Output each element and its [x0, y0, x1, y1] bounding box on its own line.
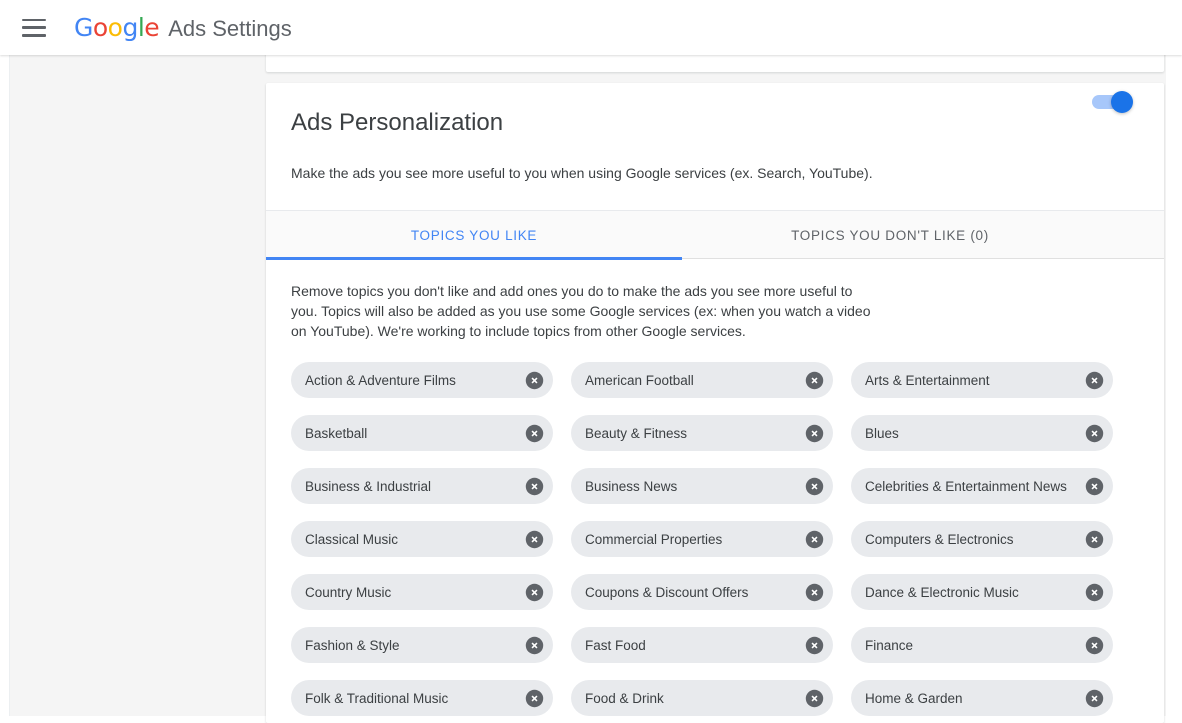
close-circle-icon[interactable] — [805, 477, 824, 496]
topics-intro-text: Remove topics you don't like and add one… — [291, 283, 871, 339]
topic-chip-label: Finance — [865, 637, 914, 653]
menu-bar-2 — [22, 26, 46, 29]
close-circle-icon[interactable] — [1085, 689, 1104, 708]
topic-chip[interactable]: Arts & Entertainment — [851, 362, 1113, 398]
menu-bar-3 — [22, 33, 46, 37]
topic-chip[interactable]: Business & Industrial — [291, 468, 553, 504]
topic-chip[interactable]: Classical Music — [291, 521, 553, 557]
tab-bar: TOPICS YOU LIKE TOPICS YOU DON'T LIKE (0… — [266, 210, 1164, 260]
topic-chip-label: Food & Drink — [585, 690, 664, 706]
topic-chip-label: Business & Industrial — [305, 478, 432, 494]
logo-letter-e: e — [144, 13, 160, 42]
topic-chip[interactable]: American Football — [571, 362, 833, 398]
close-circle-icon[interactable] — [805, 583, 824, 602]
close-circle-icon[interactable] — [1085, 583, 1104, 602]
logo-letter-o2: o — [107, 13, 123, 42]
topic-chip[interactable]: Basketball — [291, 415, 553, 451]
topic-chip-label: Country Music — [305, 584, 392, 600]
close-circle-icon[interactable] — [525, 636, 544, 655]
topic-chip-label: Home & Garden — [865, 690, 963, 706]
tab-topics-you-like[interactable]: TOPICS YOU LIKE — [266, 211, 682, 260]
topic-chip[interactable]: Computers & Electronics — [851, 521, 1113, 557]
topic-chip[interactable]: Dance & Electronic Music — [851, 574, 1113, 610]
topic-chip[interactable]: Fast Food — [571, 627, 833, 663]
topic-chip-label: Blues — [865, 425, 899, 441]
topic-chip-label: Fast Food — [585, 637, 646, 653]
topic-chip[interactable]: Action & Adventure Films — [291, 362, 553, 398]
right-gutter — [1166, 55, 1182, 716]
close-circle-icon[interactable] — [805, 689, 824, 708]
topic-chip-label: American Football — [585, 372, 694, 388]
topic-chip-label: Business News — [585, 478, 678, 494]
close-circle-icon[interactable] — [525, 477, 544, 496]
topic-chip-label: Basketball — [305, 425, 368, 441]
topic-chip[interactable]: Food & Drink — [571, 680, 833, 716]
topic-chip-label: Commercial Properties — [585, 531, 723, 547]
topic-chip-label: Coupons & Discount Offers — [585, 584, 749, 600]
topic-chip-label: Folk & Traditional Music — [305, 690, 449, 706]
close-circle-icon[interactable] — [1085, 371, 1104, 390]
tab-topics-you-like-label: TOPICS YOU LIKE — [410, 227, 538, 243]
google-logo: Google — [74, 13, 160, 42]
close-circle-icon[interactable] — [525, 530, 544, 549]
topic-chip-label: Celebrities & Entertainment News — [865, 478, 1067, 494]
page-title: Ads Personalization — [291, 109, 504, 136]
tab-topics-you-dont-like-label: TOPICS YOU DON'T LIKE (0) — [791, 227, 989, 243]
logo-letter-g2: g — [122, 13, 138, 42]
close-circle-icon[interactable] — [805, 530, 824, 549]
card-description: Make the ads you see more useful to you … — [291, 165, 873, 181]
topic-chip-label: Computers & Electronics — [865, 531, 1014, 547]
logo-letter-o1: o — [92, 13, 108, 42]
product-title: Ads Settings — [168, 16, 292, 41]
close-circle-icon[interactable] — [805, 424, 824, 443]
menu-bar-1 — [22, 18, 46, 22]
hamburger-menu-icon[interactable] — [22, 18, 46, 37]
close-circle-icon[interactable] — [1085, 530, 1104, 549]
topic-chip[interactable]: Fashion & Style — [291, 627, 553, 663]
topic-chip-label: Fashion & Style — [305, 637, 400, 653]
ads-personalization-toggle[interactable] — [1092, 91, 1136, 113]
close-circle-icon[interactable] — [1085, 636, 1104, 655]
left-navigation-rail — [0, 55, 10, 716]
close-circle-icon[interactable] — [525, 689, 544, 708]
topic-chip[interactable]: Home & Garden — [851, 680, 1113, 716]
topic-chip[interactable]: Finance — [851, 627, 1113, 663]
close-circle-icon[interactable] — [525, 583, 544, 602]
tab-topics-you-dont-like[interactable]: TOPICS YOU DON'T LIKE (0) — [682, 211, 1098, 259]
close-circle-icon[interactable] — [525, 424, 544, 443]
topic-chip[interactable]: Commercial Properties — [571, 521, 833, 557]
topic-chip[interactable]: Beauty & Fitness — [571, 415, 833, 451]
close-circle-icon[interactable] — [1085, 424, 1104, 443]
topic-chip[interactable]: Blues — [851, 415, 1113, 451]
card-header: Ads Personalization Make the ads you see… — [266, 83, 1164, 210]
topic-chip[interactable]: Folk & Traditional Music — [291, 680, 553, 716]
topics-panel: Remove topics you don't like and add one… — [266, 259, 1164, 716]
ads-personalization-card: Ads Personalization Make the ads you see… — [266, 83, 1164, 723]
logo-letter-g1: G — [74, 13, 93, 42]
close-circle-icon[interactable] — [1085, 477, 1104, 496]
topic-chip[interactable]: Business News — [571, 468, 833, 504]
close-circle-icon[interactable] — [805, 636, 824, 655]
topic-chip[interactable]: Country Music — [291, 574, 553, 610]
close-circle-icon[interactable] — [525, 371, 544, 390]
topic-chip-label: Dance & Electronic Music — [865, 584, 1019, 600]
topic-chip[interactable]: Coupons & Discount Offers — [571, 574, 833, 610]
topic-chip-label: Beauty & Fitness — [585, 425, 688, 441]
topic-chip-label: Action & Adventure Films — [305, 372, 456, 388]
topic-chip-label: Classical Music — [305, 531, 399, 547]
topic-chip-label: Arts & Entertainment — [865, 372, 990, 388]
close-circle-icon[interactable] — [805, 371, 824, 390]
topic-chip-grid: Action & Adventure Films American Footbal… — [291, 362, 1139, 716]
topic-chip[interactable]: Celebrities & Entertainment News — [851, 468, 1113, 504]
brand[interactable]: Google Ads Settings — [74, 13, 292, 42]
app-bar: Google Ads Settings — [0, 0, 1182, 55]
toggle-thumb — [1111, 91, 1133, 113]
